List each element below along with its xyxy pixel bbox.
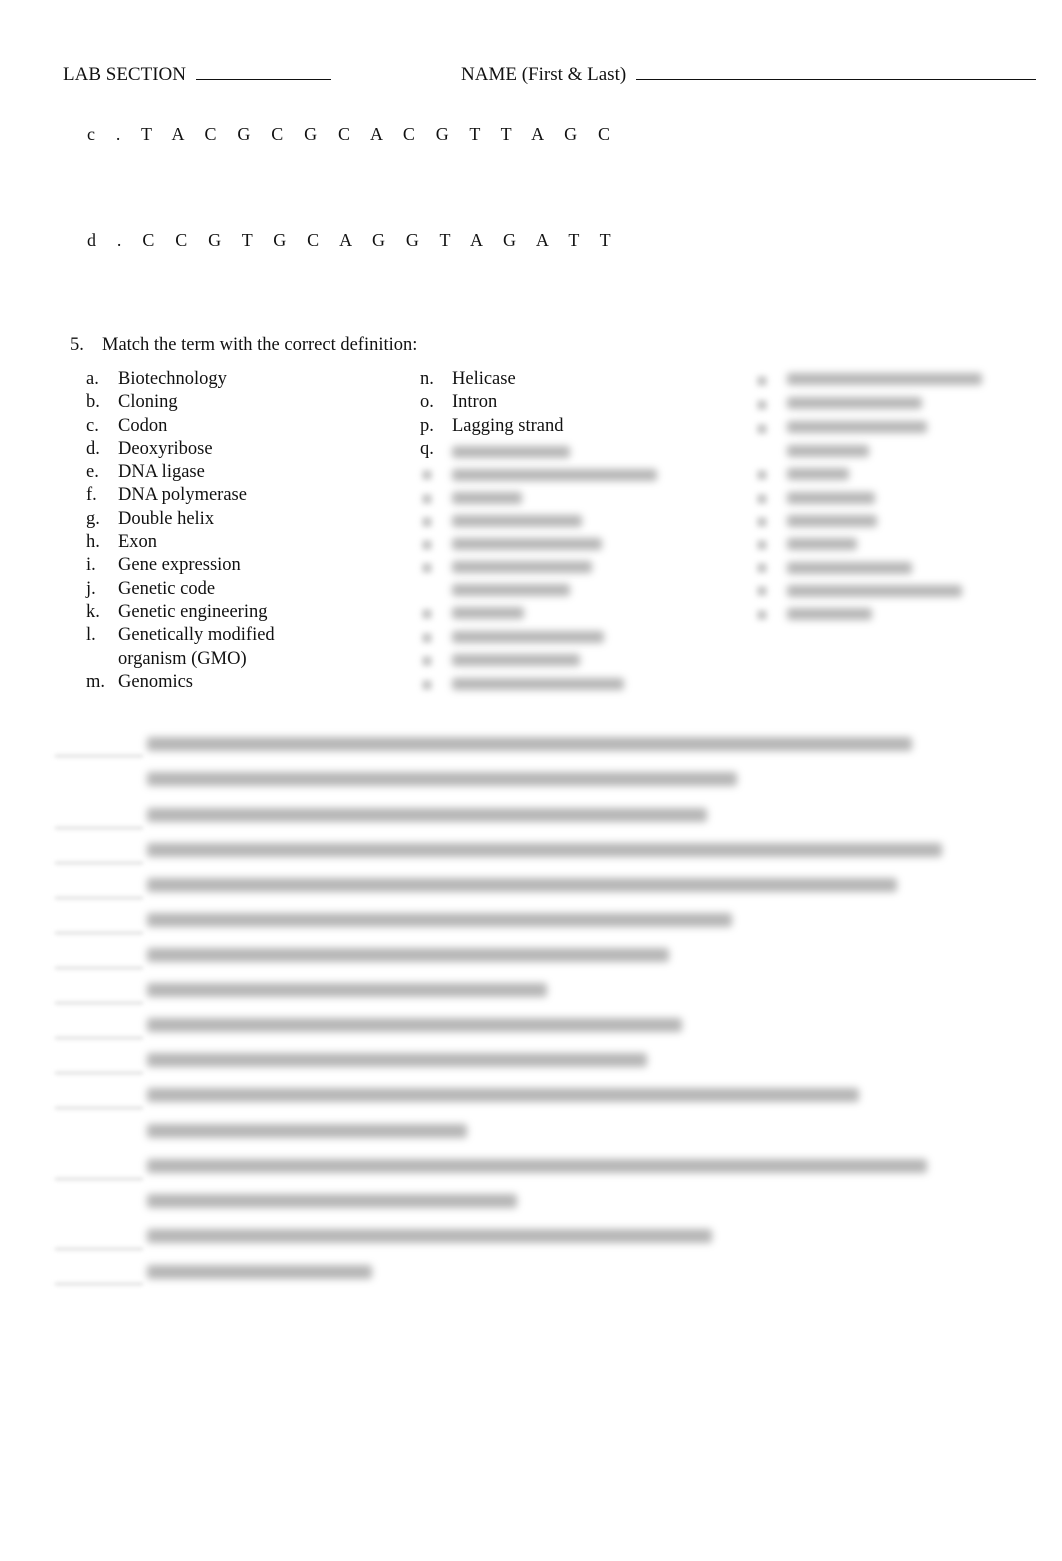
answer-blank[interactable] xyxy=(55,897,143,899)
term-item: e. DNA ligase xyxy=(86,462,205,483)
term-item: p. Lagging strand xyxy=(420,415,564,436)
lab-section-field: LAB SECTION xyxy=(63,63,331,86)
answer-blank[interactable] xyxy=(55,1178,143,1180)
answer-blank[interactable] xyxy=(55,1072,143,1074)
answer-blank[interactable] xyxy=(55,1283,143,1285)
term-item: i. Gene expression xyxy=(86,555,241,576)
term-item: h. Exon xyxy=(86,532,158,553)
name-label: NAME (First & Last) xyxy=(461,64,627,85)
answer-blank[interactable] xyxy=(55,1002,143,1004)
term-item: o. Intron xyxy=(420,392,498,413)
sequence-c: c . T A C G C G C A C G T T A G C xyxy=(87,124,618,145)
answer-blank[interactable] xyxy=(55,827,143,829)
term-item: m. Genomics xyxy=(86,671,194,692)
term-item: a. Biotechnology xyxy=(86,369,227,389)
term-item: j. Genetic code xyxy=(86,578,216,599)
term-item: b. Cloning xyxy=(86,392,178,413)
answer-blank[interactable] xyxy=(55,755,143,757)
answer-blank[interactable] xyxy=(55,1037,143,1039)
sequence-bases: T A C G C G C A C G T T A G C xyxy=(140,124,619,144)
name-blank[interactable] xyxy=(635,63,1036,80)
question-number: 5. xyxy=(70,335,84,355)
sequence-d: d . C C G T G C A G G T A G A T T xyxy=(87,230,619,251)
sequence-label: c . xyxy=(87,124,129,144)
term-item: d. Deoxyribose xyxy=(86,438,213,459)
answer-blank[interactable] xyxy=(55,932,143,934)
sequence-bases: C C G T G C A G G T A G A T T xyxy=(142,230,619,250)
answer-blank[interactable] xyxy=(55,1107,143,1109)
sequence-label: d . xyxy=(87,230,130,250)
term-item: l. Genetically modified organism (GMO) xyxy=(86,625,275,669)
answer-blank[interactable] xyxy=(55,967,143,969)
question-prompt: Match the term with the correct definiti… xyxy=(102,335,418,355)
answer-blank[interactable] xyxy=(55,1248,143,1250)
lab-section-blank[interactable] xyxy=(195,63,331,80)
term-item: f. DNA polymerase xyxy=(86,485,247,506)
name-field: NAME (First & Last) xyxy=(461,63,1036,86)
term-item: k. Genetic engineering xyxy=(86,601,268,622)
lab-section-label: LAB SECTION xyxy=(63,64,186,85)
term-item: c. Codon xyxy=(86,415,168,436)
answer-blank[interactable] xyxy=(55,862,143,864)
term-item: g. Double helix xyxy=(86,508,215,529)
term-item: n. Helicase xyxy=(420,369,516,389)
term-list-col1: a. Biotechnology b. Cloning c. Codon d. Deox… xyxy=(86,368,298,694)
question-5: 5. Match the term with the correct defini… xyxy=(70,335,417,356)
